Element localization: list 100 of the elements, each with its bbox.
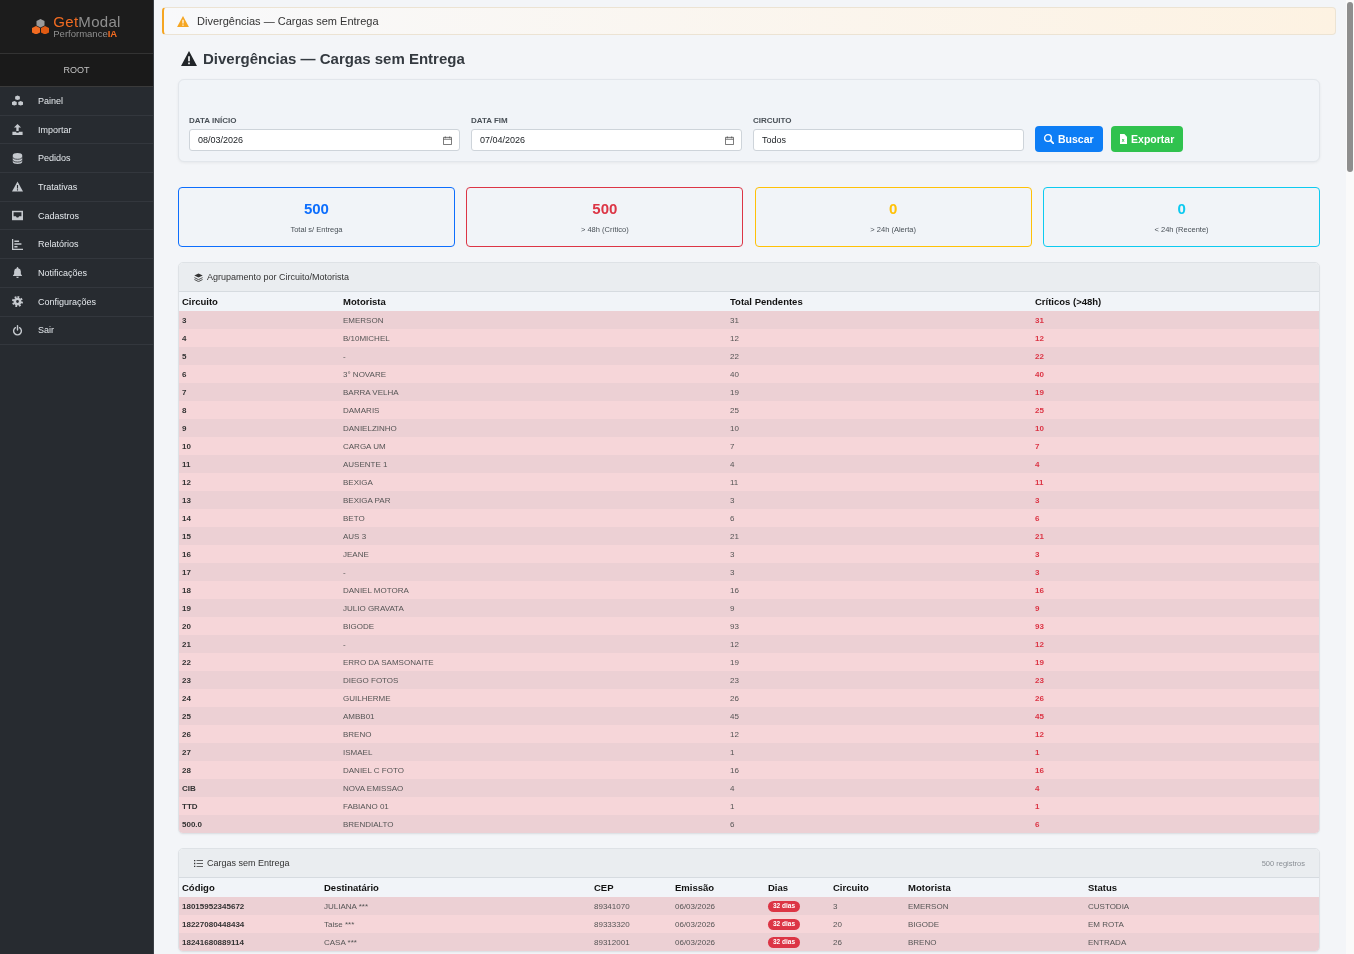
table-cell: 89333320: [594, 919, 630, 929]
table-cell: 12: [730, 639, 739, 649]
calendar-icon: [443, 135, 452, 145]
table-cell: 18015952345672: [182, 901, 245, 911]
table-cell: 93: [1035, 621, 1044, 631]
menu-item[interactable]: Configurações: [0, 287, 153, 317]
table-cell: 16: [730, 585, 739, 595]
table-cell: CASA ***: [324, 937, 357, 947]
column-header: Total Pendentes: [730, 296, 803, 307]
table-cell: 23: [182, 675, 191, 685]
table-cell: AMBB01: [343, 711, 375, 721]
table-cell: 21: [730, 531, 739, 541]
table-cell: DAMARIS: [343, 405, 380, 415]
settings-icon: [12, 296, 23, 308]
column-header: Destinatário: [324, 882, 379, 893]
column-header: Motorista: [908, 882, 951, 893]
page-title: Divergências — Cargas sem Entrega: [203, 49, 465, 67]
table-cell: 1: [1035, 747, 1040, 757]
table-cell: 23: [1035, 675, 1044, 685]
table-cell: 22: [1035, 351, 1044, 361]
menu-item[interactable]: Notificações: [0, 259, 153, 288]
warning-icon: [177, 15, 189, 27]
stat-value: 500: [592, 199, 618, 218]
table-cell: 4: [730, 783, 735, 793]
table-cell: GUILHERME: [343, 693, 391, 703]
table-cell: 6: [1035, 819, 1040, 829]
table-cell: 40: [1035, 369, 1044, 379]
layers-icon: [194, 272, 203, 282]
table-cell: 7: [730, 441, 735, 451]
menu-item[interactable]: Painel: [0, 87, 153, 116]
table-cell: -: [343, 639, 346, 649]
table-cell: ERRO DA SAMSONAITE: [343, 657, 434, 667]
table-cell: 19: [730, 657, 739, 667]
inbox-icon: [12, 210, 23, 222]
table-cell: DANIEL C FOTO: [343, 765, 404, 775]
column-header: Críticos (>48h): [1035, 296, 1102, 307]
date-field[interactable]: 08/03/2026: [189, 129, 460, 151]
text-field[interactable]: Todos: [753, 129, 1024, 151]
table-cell: 19: [1035, 657, 1044, 667]
breadcrumb-text: Divergências — Cargas sem Entrega: [197, 15, 379, 27]
list-icon: [194, 858, 203, 868]
power-icon: [12, 324, 23, 336]
table-cell: 15: [182, 531, 191, 541]
table-cell: 22: [730, 351, 739, 361]
table-cell: 26: [730, 693, 739, 703]
stat-value: 0: [889, 199, 898, 218]
column-header: Circuito: [182, 296, 218, 307]
table-cell: 4: [730, 459, 735, 469]
column-header: Código: [182, 882, 215, 893]
menu-item[interactable]: Relatórios: [0, 230, 153, 260]
table-cell: JULIANA ***: [324, 901, 369, 911]
table-cell: 11: [1035, 477, 1044, 487]
menu-item[interactable]: Sair: [0, 316, 153, 346]
table-cell: 28: [182, 765, 191, 775]
field-label: DATA INÍCIO: [189, 116, 237, 126]
table-cell: 3: [182, 315, 187, 325]
scrollbar-thumb[interactable]: [1347, 2, 1353, 172]
table-cell: 12: [1035, 639, 1044, 649]
table-cell: 25: [730, 405, 739, 415]
file-icon: [1119, 134, 1128, 144]
table-cell: 10: [182, 441, 191, 451]
table-cell: 45: [730, 711, 739, 721]
bar-chart-icon: [12, 238, 23, 250]
date-field[interactable]: 07/04/2026: [471, 129, 742, 151]
table-cell: 31: [1035, 315, 1044, 325]
table-cell: 6: [730, 513, 735, 523]
column-header: Status: [1088, 882, 1118, 893]
logo-tagline: PerformanceIA: [53, 28, 119, 39]
table-cell: 26: [1035, 693, 1044, 703]
table-cell: 4: [1035, 783, 1040, 793]
table-cell: CIB: [182, 783, 196, 793]
table-cell: 21: [1035, 531, 1044, 541]
menu-item[interactable]: Cadastros: [0, 201, 153, 231]
table-cell: BRENO: [908, 937, 937, 947]
table-cell: 45: [1035, 711, 1044, 721]
table-cell: 26: [833, 937, 842, 947]
table-cell: 3: [730, 549, 735, 559]
table-cell: DIEGO FOTOS: [343, 675, 399, 685]
menu-item[interactable]: Pedidos: [0, 144, 153, 174]
table-cell: 25: [182, 711, 191, 721]
section-title: Agrupamento por Circuito/Motorista: [207, 272, 350, 282]
bell-icon: [12, 267, 23, 279]
table-cell: 3: [1035, 495, 1040, 505]
table-cell: 06/03/2026: [675, 937, 716, 947]
table-cell: 500.0: [182, 819, 203, 829]
user-name: ROOT: [63, 65, 90, 75]
logo-wordmark: GetModal: [53, 14, 121, 29]
menu-item[interactable]: Tratativas: [0, 173, 153, 202]
table-cell: 93: [730, 621, 739, 631]
table-cell: EMERSON: [343, 315, 384, 325]
table-cell: FABIANO 01: [343, 801, 389, 811]
table-cell: 8: [182, 405, 187, 415]
table-cell: ENTRADA: [1088, 937, 1127, 947]
cubes-icon: [12, 95, 23, 107]
search-button[interactable]: Buscar: [1035, 126, 1103, 152]
table-cell: 13: [182, 495, 191, 505]
menu-item[interactable]: Importar: [0, 115, 153, 145]
logo-icon: [32, 18, 50, 35]
table-cell: 3: [730, 495, 735, 505]
table-cell: CUSTODIA: [1088, 901, 1130, 911]
